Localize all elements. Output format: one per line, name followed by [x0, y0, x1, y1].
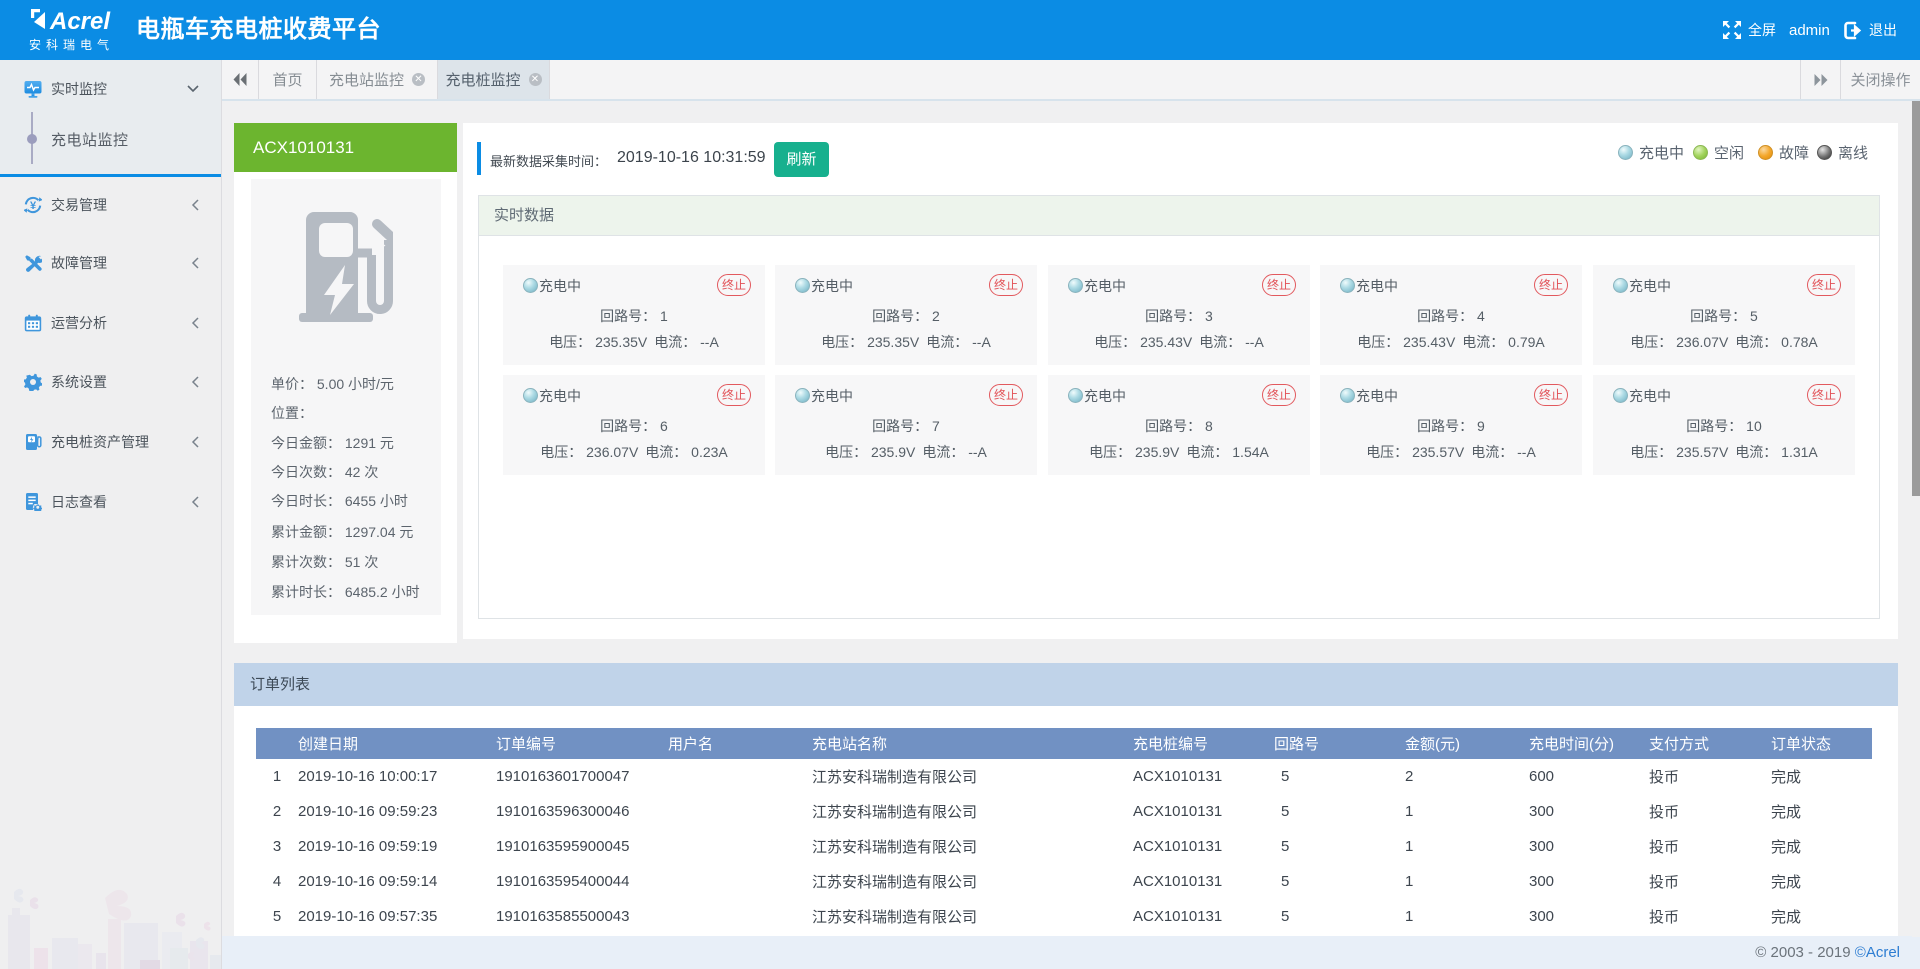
svg-text:¥: ¥: [30, 199, 37, 211]
